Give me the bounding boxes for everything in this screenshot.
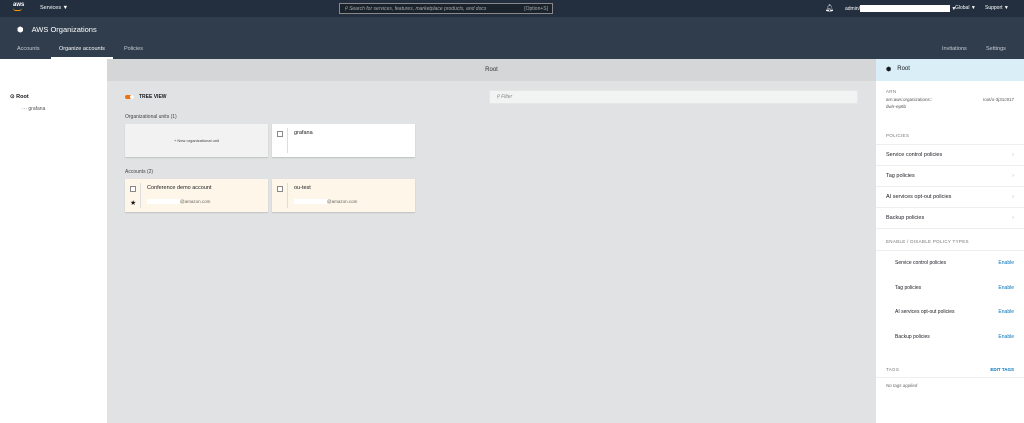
arn-section: ARN arn:aws:organizations:: root/o-3j31c9… [876, 81, 1024, 109]
enable-row: Tag policies Enable [895, 284, 1014, 291]
redacted-account [860, 5, 951, 12]
enable-link[interactable]: Enable [998, 285, 1014, 291]
arn-part: root/o-3j31c917 [982, 97, 1014, 102]
account-checkbox[interactable] [277, 186, 283, 192]
new-ou-button[interactable]: + New organizational unit [125, 124, 268, 157]
filter-input[interactable]: ⚲ Filter [489, 90, 858, 104]
tree-item-grafana[interactable]: ··· grafana [22, 106, 45, 112]
ou-card[interactable]: grafana [272, 124, 415, 157]
accounts-header: Accounts (2) [125, 169, 154, 175]
policy-row[interactable]: Service control policies › [876, 145, 1024, 166]
enable-label: ENABLE / DISABLE POLICY TYPES [876, 229, 1024, 251]
tab-accounts[interactable]: Accounts [17, 44, 40, 59]
account-email: @amazon.com [147, 199, 210, 205]
search-placeholder: ⚲ Search for services, features, marketp… [344, 6, 487, 12]
ou-name: grafana [294, 130, 313, 136]
account-checkbox[interactable] [130, 186, 136, 192]
root-icon: ⬢ [886, 67, 892, 73]
tree-root[interactable]: ⊙ Root [10, 94, 29, 100]
arn-part: arn:aws:organizations:: [886, 97, 933, 102]
no-tags-text: No tags applied [886, 383, 918, 388]
top-nav-bar: aws Services ▼ ⚲ Search for services, fe… [0, 0, 1024, 17]
service-header: ⬢ AWS Organizations Accounts Organize acc… [0, 17, 1024, 59]
logo-text: aws [13, 2, 25, 8]
ou-checkbox[interactable] [277, 131, 283, 137]
bell-icon[interactable]: 🔔︎ [825, 4, 834, 12]
account-menu[interactable]: admin/ ▼ [845, 5, 956, 12]
tree-panel: ⊙ Root ··· grafana [0, 59, 107, 423]
tab-organize-accounts[interactable]: Organize accounts [51, 44, 113, 59]
app-title: AWS Organizations [31, 25, 97, 34]
ou-header: Organizational units (1) [125, 114, 177, 120]
details-title: Root [897, 66, 910, 72]
center-title: Root [107, 59, 876, 81]
tags-label: TAGS [886, 367, 900, 372]
account-card[interactable]: ou-test @amazon.com [272, 179, 415, 212]
account-name: Conference demo account [147, 185, 212, 191]
details-panel: ⬢ Root ARN arn:aws:organizations:: root/o-… [876, 59, 1024, 423]
smile-icon [13, 8, 22, 11]
policy-row[interactable]: AI services opt-out policies › [876, 187, 1024, 208]
search-input[interactable]: ⚲ Search for services, features, marketp… [339, 3, 553, 14]
account-name: ou-test [294, 185, 311, 191]
organizations-icon: ⬢ [17, 25, 24, 34]
tab-settings[interactable]: Settings [986, 44, 1006, 59]
enable-link[interactable]: Enable [998, 260, 1014, 266]
policy-row[interactable]: Tag policies › [876, 166, 1024, 187]
tab-invitations[interactable]: Invitations [942, 44, 967, 59]
search-shortcut: [Option+S] [524, 6, 548, 12]
aws-logo[interactable]: aws [13, 2, 24, 11]
tree-view-label: TREE VIEW [139, 94, 167, 100]
tree-view-toggle[interactable] [125, 95, 134, 99]
enable-link[interactable]: Enable [998, 309, 1014, 315]
enable-row: AI services opt-out policies Enable [895, 309, 1014, 316]
enable-link[interactable]: Enable [998, 334, 1014, 340]
services-menu[interactable]: Services ▼ [40, 5, 68, 11]
enable-row: Backup policies Enable [895, 333, 1014, 340]
arn-label: ARN [886, 89, 897, 94]
tab-policies[interactable]: Policies [124, 44, 143, 59]
account-email: @amazon.com [294, 199, 357, 205]
support-menu[interactable]: Support ▼ [985, 5, 1009, 11]
star-icon: ★ [130, 200, 137, 207]
enable-row: Service control policies Enable [895, 260, 1014, 267]
policy-row[interactable]: Backup policies › [876, 208, 1024, 229]
edit-tags-link[interactable]: EDIT TAGS [990, 367, 1014, 372]
policies-label: POLICIES [876, 109, 1024, 145]
account-card[interactable]: ★ Conference demo account @amazon.com [125, 179, 268, 212]
region-menu[interactable]: Global ▼ [955, 5, 976, 11]
